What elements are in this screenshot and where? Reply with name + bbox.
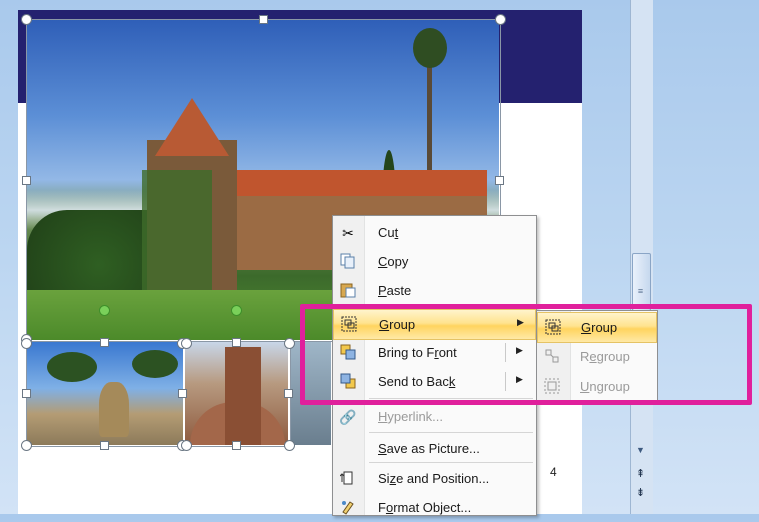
menu-item-label: Bring to Front [378,345,457,360]
menu-item-label: Size and Position... [378,471,490,486]
resize-handle[interactable] [178,389,187,398]
next-slide-icon[interactable]: ⇟ [632,484,649,502]
paste-icon [339,282,357,300]
context-menu: ✂ Cut Copy Paste Group ▶ Bring to Front … [332,215,537,516]
group-submenu: Group Regroup Ungroup [536,310,658,404]
menu-item-label: Group [379,317,416,332]
submenu-item-regroup[interactable]: Regroup [537,342,657,371]
menu-item-hyperlink[interactable]: 🔗 Hyperlink... [333,402,536,431]
previous-slide-icon[interactable]: ⇞ [632,465,649,483]
resize-handle[interactable] [22,389,31,398]
menu-separator [369,398,533,399]
rotation-handle[interactable] [231,305,242,316]
resize-handle[interactable] [284,389,293,398]
ungroup-icon [543,378,561,396]
menu-item-size-and-position[interactable]: Size and Position... [333,464,536,493]
menu-item-label: Cut [378,225,399,240]
bring-to-front-icon [339,344,357,362]
menu-item-label: Regroup [580,349,630,364]
menu-separator [369,432,533,433]
resize-handle[interactable] [181,338,192,349]
resize-handle[interactable] [22,176,31,185]
scroll-down-arrow-icon[interactable]: ▼ [632,445,649,461]
submenu-item-ungroup[interactable]: Ungroup [537,372,657,401]
resize-handle[interactable] [232,441,241,450]
send-to-back-icon [339,373,357,391]
menu-item-bring-to-front[interactable]: Bring to Front ▶ [333,338,536,367]
resize-handle[interactable] [100,338,109,347]
menu-item-save-as-picture[interactable]: Save as Picture... [333,434,536,463]
scrollbar-thumb[interactable] [632,253,651,311]
menu-item-label: Save as Picture... [378,441,480,456]
resize-handle[interactable] [21,14,32,25]
menu-item-label: Send to Back [378,374,456,389]
menu-item-label: Paste [378,283,412,298]
submenu-arrow-icon[interactable]: ▶ [516,345,523,356]
menu-item-paste[interactable]: Paste [333,276,536,305]
menu-item-format-object[interactable]: Format Object... [333,493,536,522]
format-object-icon [339,499,357,517]
hyperlink-icon: 🔗 [339,409,357,425]
copy-icon [339,253,357,271]
rotation-handle[interactable] [99,305,110,316]
resize-handle[interactable] [232,338,241,347]
menu-item-copy[interactable]: Copy [333,247,536,276]
menu-item-cut[interactable]: ✂ Cut [333,218,536,247]
group-icon [340,316,358,334]
slide-number: 4 [550,465,557,479]
scissors-icon: ✂ [342,225,354,241]
menu-item-label: Group [581,320,618,335]
menu-item-label: Hyperlink... [378,409,444,424]
size-position-icon [339,470,357,488]
resize-handle[interactable] [21,338,32,349]
resize-handle[interactable] [100,441,109,450]
resize-handle[interactable] [21,440,32,451]
resize-handle[interactable] [284,440,295,451]
regroup-icon [543,348,561,366]
selection-frame-group [26,341,291,447]
split-divider [505,343,506,362]
group-icon [544,319,562,337]
split-divider [505,372,506,391]
submenu-arrow-icon: ▶ [517,317,524,327]
submenu-arrow-icon[interactable]: ▶ [516,374,523,385]
grip-icon: ≡ [637,286,644,296]
resize-handle[interactable] [495,176,504,185]
menu-item-label: Format Object... [378,500,472,515]
menu-item-group[interactable]: Group ▶ [333,309,536,340]
menu-separator [369,462,533,463]
resize-handle[interactable] [495,14,506,25]
partial-photo[interactable] [290,342,331,445]
resize-handle[interactable] [259,15,268,24]
resize-handle[interactable] [181,440,192,451]
menu-item-label: Ungroup [580,379,630,394]
menu-item-send-to-back[interactable]: Send to Back ▶ [333,367,536,396]
menu-item-label: Copy [378,254,409,269]
submenu-item-group[interactable]: Group [537,312,657,343]
resize-handle[interactable] [284,338,295,349]
